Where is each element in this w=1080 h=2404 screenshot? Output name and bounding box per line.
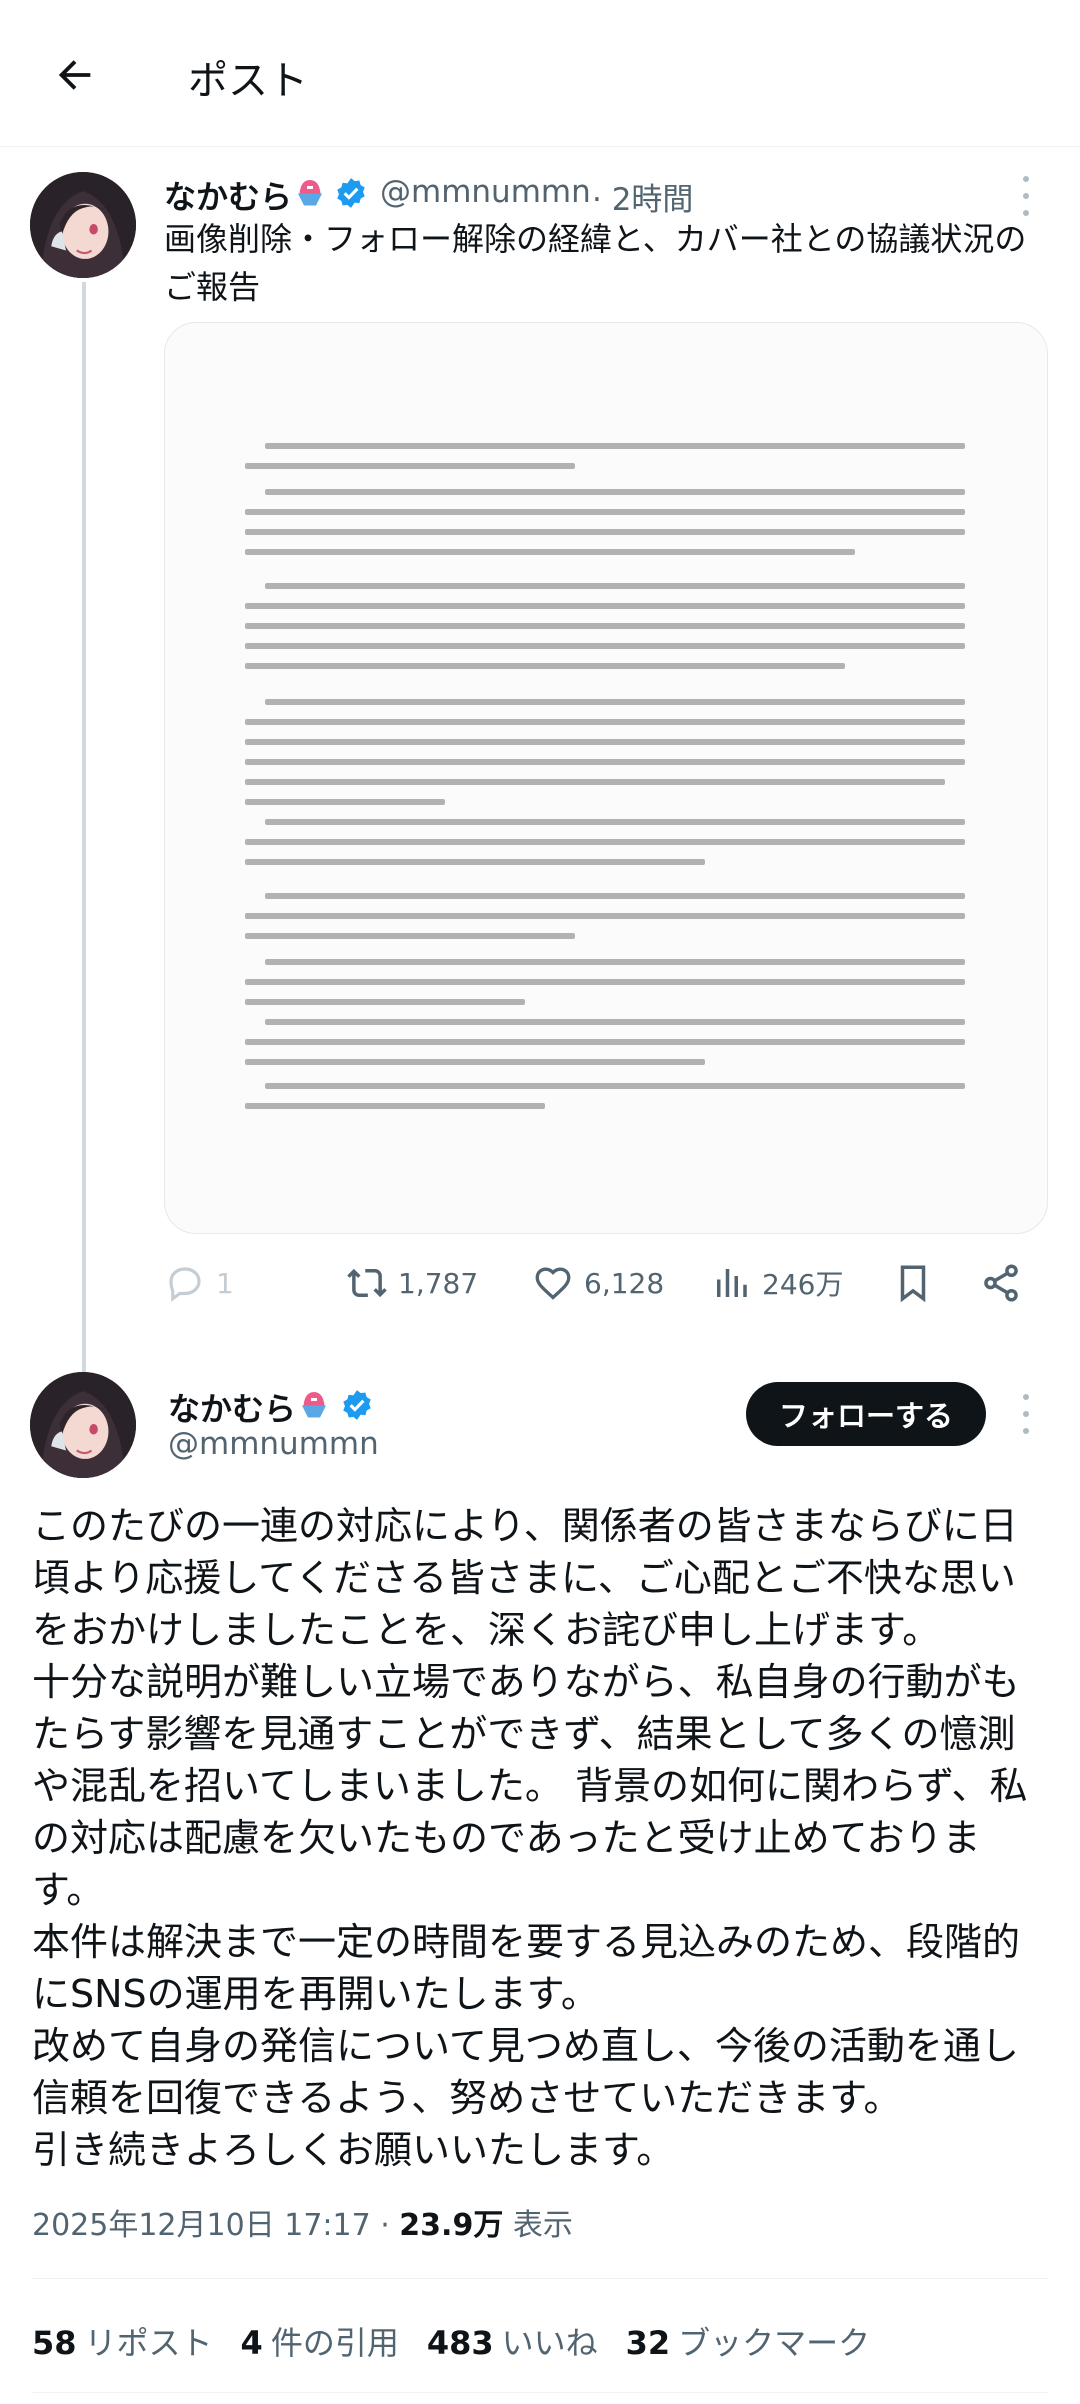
attached-image[interactable] (164, 322, 1048, 1234)
divider (32, 2392, 1048, 2393)
reply-button[interactable]: 1 (164, 1262, 234, 1304)
avatar-illustration-icon (30, 1372, 136, 1478)
post-time[interactable]: · 2時間 (592, 174, 693, 219)
follow-button[interactable]: フォローする (746, 1382, 986, 1446)
views-count: 246万 (762, 1268, 844, 1301)
avatar[interactable] (30, 1372, 136, 1478)
post-meta: 2025年12月10日 17:17 · 23.9万 表示 (32, 2200, 573, 2244)
views-label: 表示 (503, 2208, 573, 2243)
back-arrow-icon (58, 60, 91, 90)
tweet-paragraph: このたびの一連の対応により、関係者の皆さまならびに日頃より応援してくださる皆さま… (32, 1504, 1018, 1652)
tweet-paragraph: 引き続きよろしくお願いいたします。 (32, 2128, 675, 2172)
engagement-stats: 58 リポスト 4 件の引用 483 いいね 32 ブックマーク (32, 2318, 870, 2364)
page-title: ポスト (188, 58, 308, 104)
views-total: 23.9万 (399, 2208, 504, 2243)
more-dot-icon (1023, 1428, 1029, 1434)
post-datetime[interactable]: 2025年12月10日 17:17 · (32, 2208, 399, 2243)
views-chart-icon (717, 1269, 747, 1297)
repost-button[interactable]: 1,787 (346, 1262, 478, 1304)
more-dot-icon (1023, 176, 1029, 182)
author-handle[interactable]: @mmnummn (380, 174, 591, 210)
repost-count: 1,787 (398, 1266, 479, 1300)
tweet-text: 画像削除・フォロー解除の経緯と、カバー社との協議状況のご報告 (164, 220, 1027, 306)
tweet-paragraph: 改めて自身の発信について見つめ直し、今後の活動を通し信頼を回復できるよう、努めさ… (32, 2024, 1019, 2120)
like-button[interactable]: 6,128 (532, 1262, 664, 1304)
reposts-stat[interactable]: 58 リポスト (32, 2318, 213, 2364)
heart-icon (535, 1267, 571, 1300)
reply-count: 1 (216, 1266, 234, 1300)
bookmarks-stat[interactable]: 32 ブックマーク (626, 2318, 871, 2364)
tweet-paragraph: 本件は解決まで一定の時間を要する見込みのため、段階的にSNSの運用を再開いたしま… (32, 1920, 1021, 2016)
back-button[interactable] (40, 40, 110, 110)
views-button[interactable]: 246万 (710, 1262, 843, 1304)
more-dot-icon (1023, 1411, 1029, 1417)
shaved-ice-emoji-icon (298, 180, 322, 206)
more-dot-icon (1023, 1394, 1029, 1400)
author-name[interactable]: なかむら (164, 172, 292, 218)
statement-document-image (245, 443, 965, 1123)
avatar[interactable] (30, 172, 136, 278)
likes-stat[interactable]: 483 いいね (427, 2318, 598, 2364)
verified-badge-icon (337, 178, 365, 208)
bookmark-button[interactable] (892, 1262, 934, 1304)
tweet-body: このたびの一連の対応により、関係者の皆さまならびに日頃より応援してくださる皆さま… (32, 1500, 1052, 2176)
action-bar: 1 1,787 6,128 246万 (164, 1262, 1044, 1314)
divider (32, 2278, 1048, 2279)
share-button[interactable] (980, 1262, 1022, 1304)
top-bar: ポスト (0, 0, 1080, 147)
author-handle[interactable]: @mmnummn (168, 1426, 379, 1462)
bookmark-icon (900, 1265, 926, 1303)
reply-icon (169, 1267, 201, 1302)
thread-line (82, 282, 86, 1372)
avatar-illustration-icon (30, 172, 136, 278)
author-name[interactable]: なかむら (168, 1384, 296, 1430)
shaved-ice-emoji-icon (302, 1392, 326, 1418)
like-count: 6,128 (584, 1266, 665, 1300)
repost-icon (347, 1268, 387, 1298)
more-options-button[interactable] (1016, 1394, 1036, 1434)
quotes-stat[interactable]: 4 件の引用 (241, 2318, 399, 2364)
more-options-button[interactable] (1016, 176, 1036, 216)
more-dot-icon (1023, 193, 1029, 199)
verified-badge-icon (343, 1390, 371, 1420)
tweet-paragraph: 十分な説明が難しい立場でありながら、私自身の行動がもたらす影響を見通すことができ… (32, 1660, 1028, 1912)
share-icon (984, 1264, 1018, 1302)
